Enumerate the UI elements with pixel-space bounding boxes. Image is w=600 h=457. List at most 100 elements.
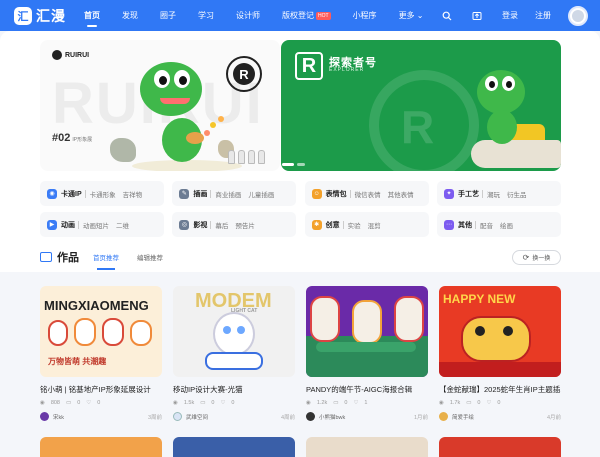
work-thumbnail-partial[interactable] — [40, 437, 162, 457]
like-icon: ♡ — [353, 400, 359, 406]
nav-item-learn[interactable]: 学习 — [198, 10, 214, 21]
author-name[interactable]: 宋kk — [53, 413, 64, 421]
work-thumbnail-partial[interactable] — [173, 437, 295, 457]
logo-mark-icon: 汇 — [14, 6, 32, 25]
work-thumbnail[interactable]: HAPPY NEW — [439, 286, 561, 377]
category-card[interactable]: ☺ 表情包 微信表情 其他表情 — [304, 181, 429, 206]
nav-item-miniprogram[interactable]: 小程序 — [353, 10, 377, 21]
user-avatar[interactable] — [568, 5, 588, 26]
author-avatar[interactable] — [173, 412, 182, 421]
like-icon: ♡ — [86, 400, 92, 406]
refresh-button[interactable]: ⟳ 换一换 — [512, 249, 561, 265]
work-card[interactable]: HAPPY NEW 【金蛇献瑞】2025蛇年生肖IP主题插... ◉ 1.7k ▭… — [439, 286, 561, 421]
category-sub-link[interactable]: 潮玩 — [487, 189, 500, 199]
category-row: ▶ 动画 动画短片 二维 ◎ 影视 幕后 预告片 ✱ 创意 实验 混剪 ⋯ 其他… — [40, 212, 561, 237]
category-sub-link[interactable]: 商业插画 — [215, 189, 241, 199]
category-card[interactable]: ✱ 创意 实验 混剪 — [304, 212, 429, 237]
category-card[interactable]: ✎ 插画 商业插画 儿童插画 — [172, 181, 297, 206]
author-avatar[interactable] — [40, 412, 49, 421]
work-author: 小熊猫bwk 1月前 — [306, 412, 428, 421]
category-divider — [84, 189, 86, 198]
category-sub-link[interactable]: 吉祥物 — [123, 189, 143, 199]
category-sub-link[interactable]: 绘画 — [500, 220, 513, 230]
category-sub-link[interactable]: 幕后 — [215, 220, 228, 230]
author-avatar[interactable] — [306, 412, 315, 421]
category-sub-link[interactable]: 衍生品 — [507, 189, 527, 199]
category-sub-link[interactable]: 动画短片 — [83, 220, 109, 230]
work-card[interactable]: PANDY的端午节-AIGC海报合辑 ◉ 1.2k ▭ 0 ♡ 1 小熊猫bwk 1月… — [306, 286, 428, 421]
tab-homepage-recommend[interactable]: 首页推荐 — [93, 252, 119, 270]
upload-icon[interactable] — [472, 11, 482, 21]
work-card[interactable]: MINGXIAOMENG 万物皆萌 共潮趣 铭小萌 | 铭基地产IP形象延展设计… — [40, 286, 162, 421]
category-row: ◉ 卡通IP 卡通形象 吉祥物 ✎ 插画 商业插画 儿童插画 ☺ 表情包 微信表… — [40, 181, 561, 206]
other-icon: ⋯ — [443, 219, 454, 230]
like-count: 0 — [231, 400, 235, 406]
nav-item-home[interactable]: 首页 — [84, 10, 100, 27]
category-sub-link[interactable]: 配音 — [480, 220, 493, 230]
category-grid: ◉ 卡通IP 卡通形象 吉祥物 ✎ 插画 商业插画 儿童插画 ☺ 表情包 微信表… — [40, 181, 561, 243]
category-card[interactable]: ✦ 手工艺 潮玩 衍生品 — [436, 181, 561, 206]
views-icon: ◉ — [306, 400, 311, 406]
category-sub-link[interactable]: 二维 — [116, 220, 129, 230]
category-sub-link[interactable]: 混剪 — [368, 220, 381, 230]
work-stats: ◉ 1.2k ▭ 0 ♡ 1 — [306, 400, 428, 406]
work-thumbnail[interactable]: MODEM LIGHT CAT — [173, 286, 295, 377]
category-card[interactable]: ◉ 卡通IP 卡通形象 吉祥物 — [40, 181, 164, 206]
comment-count: 0 — [477, 400, 481, 406]
category-sub-link[interactable]: 儿童插画 — [248, 189, 274, 199]
nav-menu: 首页 发现 圈子 学习 设计师 版权登记 HOT 小程序 更多 ⌄ — [84, 10, 446, 27]
banner-ruirui[interactable]: RUIRUI RUIRUI R #02IP形象展 — [40, 40, 280, 171]
pager-dot-active[interactable] — [282, 163, 294, 166]
work-thumbnail[interactable] — [306, 286, 428, 377]
cartoon-ip-icon: ◉ — [47, 188, 57, 199]
nav-item-copyright-label: 版权登记 — [282, 11, 314, 20]
category-name: 表情包 — [325, 190, 347, 198]
nav-item-circle[interactable]: 圈子 — [160, 10, 176, 21]
login-link[interactable]: 登录 — [502, 10, 518, 21]
comment-icon: ▭ — [333, 400, 339, 406]
tab-editor-recommend[interactable]: 编辑推荐 — [137, 252, 163, 262]
chevron-down-icon: ⌄ — [416, 11, 424, 20]
nav-item-copyright[interactable]: 版权登记 HOT — [282, 10, 331, 21]
work-thumbnail-partial[interactable] — [439, 437, 561, 457]
nav-item-discover[interactable]: 发现 — [122, 10, 138, 21]
category-sub-link[interactable]: 预告片 — [235, 220, 255, 230]
work-title[interactable]: 铭小萌 | 铭基地产IP形象延展设计 — [40, 384, 162, 395]
banner-ip-label: #02 IP形象展 — [52, 132, 92, 144]
logo-text: 汇漫 — [36, 7, 66, 24]
category-sub-link[interactable]: 实验 — [348, 220, 361, 230]
work-title[interactable]: 移动IP设计大赛-光猫 — [173, 384, 295, 395]
author-name[interactable]: 小熊猫bwk — [319, 413, 345, 421]
mini-figures — [228, 150, 265, 164]
work-title[interactable]: PANDY的端午节-AIGC海报合辑 — [306, 384, 428, 395]
handcraft-icon: ✦ — [443, 188, 454, 199]
author-avatar[interactable] — [439, 412, 448, 421]
category-sub-link[interactable]: 其他表情 — [388, 189, 414, 199]
comment-count: 0 — [211, 400, 215, 406]
nav-item-more[interactable]: 更多 ⌄ — [399, 10, 424, 21]
dino-pilot — [281, 40, 561, 171]
category-card[interactable]: ◎ 影视 幕后 预告片 — [172, 212, 297, 237]
thumb-slogan: 万物皆萌 共潮趣 — [48, 357, 107, 366]
work-thumbnail-partial[interactable] — [306, 437, 428, 457]
author-name[interactable]: 武维空间 — [186, 413, 208, 421]
search-icon[interactable] — [442, 11, 452, 21]
work-date: 1月前 — [413, 414, 428, 421]
author-name[interactable]: 简爱手绘 — [452, 413, 474, 421]
category-divider — [342, 220, 344, 229]
category-divider — [481, 189, 483, 198]
category-sub-link[interactable]: 卡通形象 — [90, 189, 116, 199]
banner-explorer[interactable]: R R 探索者号 EXPLORER — [281, 40, 561, 171]
category-name: 卡通IP — [61, 190, 82, 198]
work-thumbnail[interactable]: MINGXIAOMENG 万物皆萌 共潮趣 — [40, 286, 162, 377]
site-logo[interactable]: 汇 汇漫 — [14, 6, 72, 26]
category-card[interactable]: ▶ 动画 动画短片 二维 — [40, 212, 164, 237]
work-title[interactable]: 【金蛇献瑞】2025蛇年生肖IP主题插... — [439, 384, 561, 395]
emoji-pack-icon: ☺ — [311, 188, 322, 199]
register-link[interactable]: 注册 — [535, 10, 551, 21]
nav-item-designer[interactable]: 设计师 — [236, 10, 260, 21]
work-card[interactable]: MODEM LIGHT CAT 移动IP设计大赛-光猫 ◉ 1.5k ▭ 0 ♡ 0 … — [173, 286, 295, 421]
category-sub-link[interactable]: 微信表情 — [355, 189, 381, 199]
category-card[interactable]: ⋯ 其他 配音 绘画 — [436, 212, 561, 237]
pager-dot[interactable] — [297, 163, 305, 166]
